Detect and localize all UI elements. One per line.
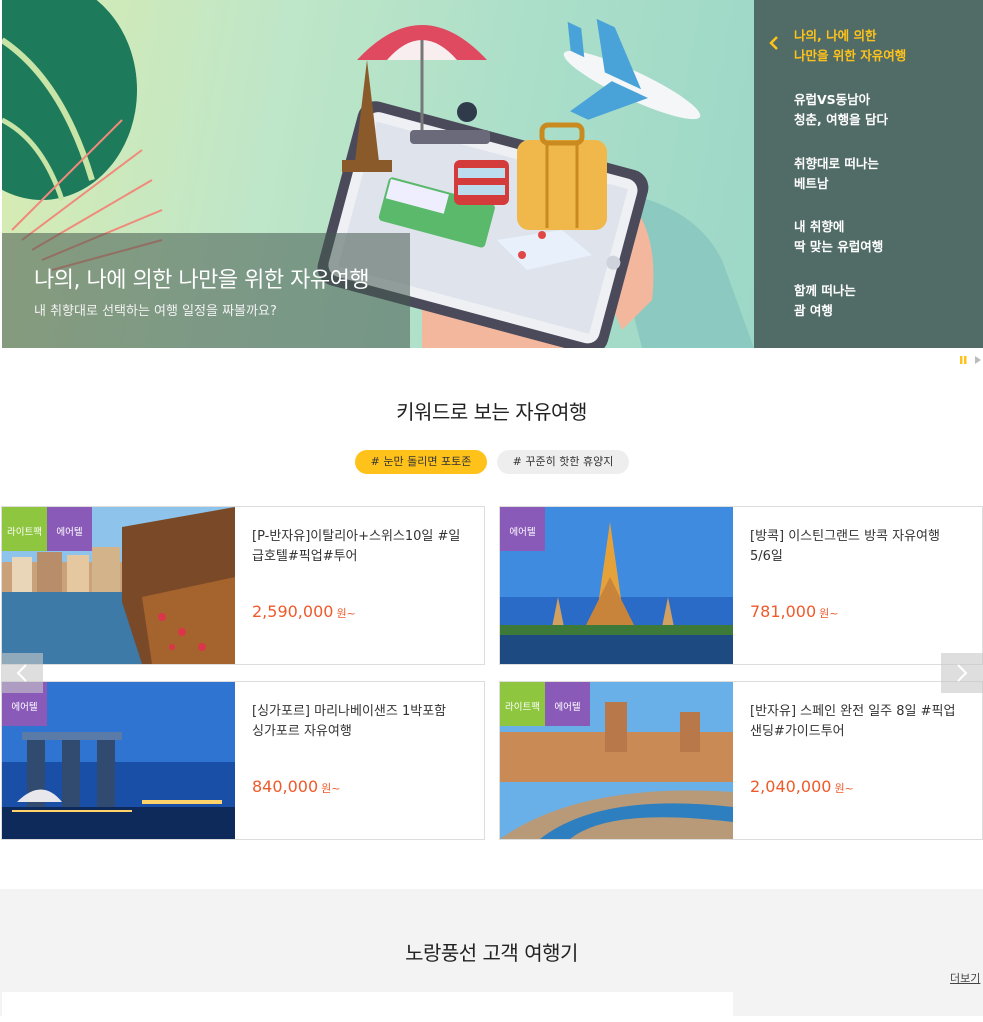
price-value: 2,040,000 (750, 777, 832, 796)
hero-menu-item-1[interactable]: 나의, 나에 의한 나만을 위한 자유여행 (794, 26, 964, 66)
product-card[interactable]: 라이트팩 에어텔 [반자유] 스페인 완전 일주 8일 #픽업샌딩#가이드투어 … (499, 681, 983, 840)
hero-menu-item-line: 유럽VS동남아 (794, 92, 871, 107)
play-icon (975, 356, 981, 364)
tag-photo-zone[interactable]: # 눈만 돌리면 포토존 (355, 450, 487, 474)
hero-title: 나의, 나에 의한 나만을 위한 자유여행 (34, 268, 370, 293)
price-unit: 원~ (834, 782, 854, 795)
hero-menu-item-line: 딱 맞는 유럽여행 (794, 239, 884, 254)
badge-airtel: 에어텔 (47, 507, 92, 551)
hero-menu-item-3[interactable]: 취향대로 떠나는 베트남 (794, 154, 964, 194)
hero-menu-item-line: 내 취향에 (794, 219, 845, 234)
badge-lightpack: 라이트팩 (2, 507, 47, 551)
product-name[interactable]: [반자유] 스페인 완전 일주 8일 #픽업샌딩#가이드투어 (750, 702, 960, 742)
more-link[interactable]: 더보기 (950, 970, 980, 986)
hero-menu: 나의, 나에 의한 나만을 위한 자유여행 유럽VS동남아 청춘, 여행을 담다… (754, 0, 983, 348)
keyword-tags: # 눈만 돌리면 포토존 # 꾸준히 핫한 휴양지 (0, 450, 983, 474)
slider-controls[interactable] (958, 354, 983, 366)
hero-menu-item-5[interactable]: 함께 떠나는 괌 여행 (794, 281, 964, 321)
hero-menu-item-line: 나의, 나에 의한 (794, 28, 877, 43)
review-card[interactable] (2, 992, 733, 1022)
keyword-section-title: 키워드로 보는 자유여행 (396, 400, 587, 424)
product-price: 840,000 원~ (252, 777, 341, 796)
product-card[interactable]: 에어텔 [방콕] 이스틴그랜드 방콕 자유여행 5/6일 781,000 원~ (499, 506, 983, 665)
hero-menu-item-line: 베트남 (794, 176, 829, 191)
price-value: 2,590,000 (252, 602, 334, 621)
product-card[interactable]: 에어텔 [싱가포르] 마리나베이샌즈 1박포함 싱가포르 자유여행 840,00… (1, 681, 485, 840)
product-card[interactable]: 라이트팩 에어텔 [P-반자유]이탈리아+스위스10일 #일급호텔#픽업#투어 … (1, 506, 485, 665)
badge-lightpack: 라이트팩 (500, 682, 545, 726)
tag-hot-resort[interactable]: # 꾸준히 핫한 휴양지 (497, 450, 629, 474)
chevron-right-icon (957, 664, 968, 682)
product-name[interactable]: [P-반자유]이탈리아+스위스10일 #일급호텔#픽업#투어 (252, 527, 462, 567)
hero-subtitle: 내 취향대로 선택하는 여행 일정을 짜볼까요? (34, 304, 277, 319)
hero-menu-item-line: 함께 떠나는 (794, 283, 856, 298)
chevron-left-icon (16, 664, 27, 682)
product-price: 781,000 원~ (750, 602, 839, 621)
product-badges: 라이트팩 에어텔 (2, 507, 92, 551)
chevron-left-icon (769, 36, 778, 50)
hero-banner[interactable]: 나의, 나에 의한 나만을 위한 자유여행 내 취향대로 선택하는 여행 일정을… (0, 0, 983, 348)
badge-airtel: 에어텔 (545, 682, 590, 726)
next-button[interactable] (941, 653, 983, 693)
product-name[interactable]: [싱가포르] 마리나베이샌즈 1박포함 싱가포르 자유여행 (252, 702, 462, 742)
hero-menu-item-line: 청춘, 여행을 담다 (794, 112, 888, 127)
badge-airtel: 에어텔 (500, 507, 545, 551)
product-price: 2,590,000 원~ (252, 602, 356, 621)
hero-menu-item-line: 나만을 위한 자유여행 (794, 48, 907, 63)
price-unit: 원~ (336, 607, 356, 620)
hero-menu-item-line: 취향대로 떠나는 (794, 156, 879, 171)
hero-menu-item-4[interactable]: 내 취향에 딱 맞는 유럽여행 (794, 217, 964, 257)
product-badges: 라이트팩 에어텔 (500, 682, 590, 726)
product-badges: 에어텔 (500, 507, 545, 551)
pause-icon (960, 356, 967, 364)
review-section-title: 노랑풍선 고객 여행기 (405, 941, 578, 965)
prev-button[interactable] (1, 653, 43, 693)
hero-menu-item-line: 괌 여행 (794, 303, 833, 318)
price-value: 840,000 (252, 777, 319, 796)
product-name[interactable]: [방콕] 이스틴그랜드 방콕 자유여행 5/6일 (750, 527, 960, 567)
price-value: 781,000 (750, 602, 817, 621)
price-unit: 원~ (819, 607, 839, 620)
price-unit: 원~ (321, 782, 341, 795)
product-price: 2,040,000 원~ (750, 777, 854, 796)
hero-menu-item-2[interactable]: 유럽VS동남아 청춘, 여행을 담다 (794, 90, 964, 130)
